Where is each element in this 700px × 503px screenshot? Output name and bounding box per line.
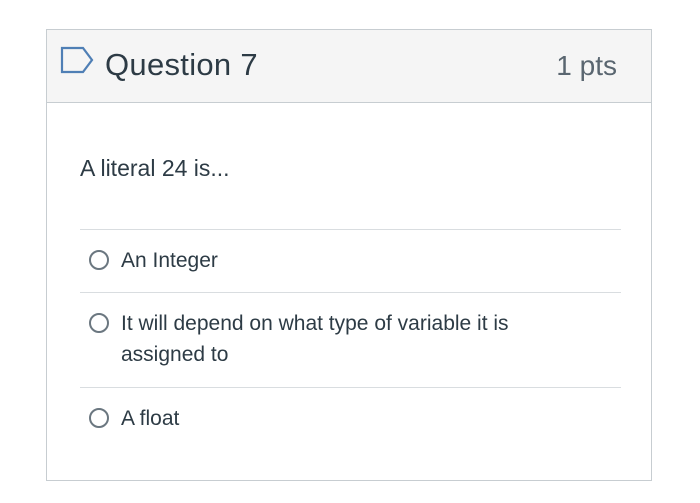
answer-label[interactable]: It will depend on what type of variable … <box>121 308 591 370</box>
radio-button[interactable] <box>89 250 109 270</box>
answer-label[interactable]: An Integer <box>121 245 591 276</box>
question-title: Question 7 <box>105 47 258 82</box>
answer-list: An Integer It will depend on what type o… <box>80 229 621 447</box>
radio-button[interactable] <box>89 408 109 428</box>
answer-option[interactable]: It will depend on what type of variable … <box>80 292 621 387</box>
question-card: Question 7 1 pts A literal 24 is... An I… <box>46 29 652 481</box>
flag-icon[interactable] <box>60 46 94 74</box>
answer-option[interactable]: A float <box>80 387 621 447</box>
answer-option[interactable]: An Integer <box>80 229 621 292</box>
answer-label[interactable]: A float <box>121 403 591 434</box>
radio-button[interactable] <box>89 313 109 333</box>
question-text: A literal 24 is... <box>80 155 230 181</box>
question-points: 1 pts <box>556 50 617 81</box>
question-header: Question 7 1 pts <box>47 30 651 103</box>
